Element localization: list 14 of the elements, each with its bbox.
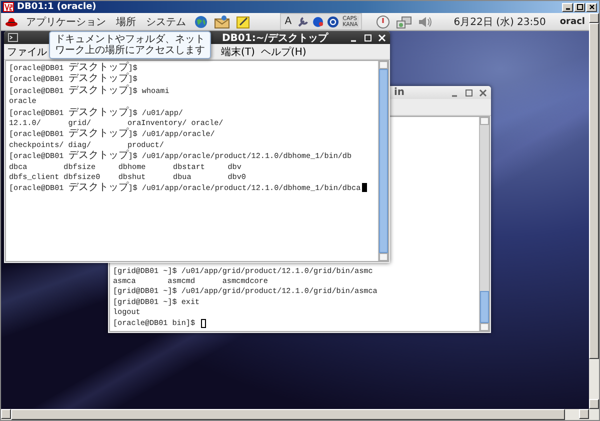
tooltip-text: ワーク上の場所にアクセスします — [55, 45, 205, 56]
menu-item[interactable]: 端末(T) — [221, 44, 255, 58]
input-method-indicator[interactable]: A — [282, 16, 294, 27]
panel-menu[interactable]: アプリケーション — [24, 14, 108, 28]
user-name[interactable]: oracl — [560, 16, 585, 26]
window-title: in — [394, 87, 405, 98]
panel-menu[interactable]: 場所 — [114, 14, 138, 28]
tooltip-text: ドキュメントやフォルダ、ネット — [55, 34, 205, 45]
window-title: DB01:1 (oracle) — [17, 2, 96, 12]
menu-item[interactable]: ファイル — [7, 44, 47, 58]
window-title: DB01:~/デスクトップ — [222, 31, 328, 44]
menu-item[interactable]: ヘルプ(H) — [260, 44, 306, 58]
panel-menu[interactable]: システム — [144, 14, 188, 28]
clock[interactable]: 6月22日 (水) 23:50 — [454, 14, 546, 28]
